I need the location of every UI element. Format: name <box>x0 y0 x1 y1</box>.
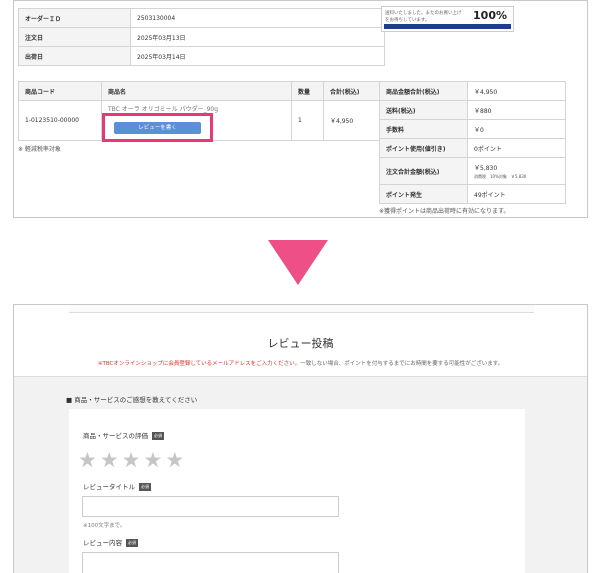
order-date-label: 注文日 <box>18 27 131 47</box>
progress-message: 送料いたしました。またのお買い上げをお待ちしています。 <box>385 11 462 23</box>
required-badge: 必須 <box>152 432 164 440</box>
item-code: 1-0123510-00000 <box>18 100 102 141</box>
subtotal-row: 商品金額合計(税込) ￥4,950 <box>379 81 566 101</box>
order-date-value: 2025年03月13日 <box>130 27 385 47</box>
form-section: ■ 商品・サービスのご感想を教えてください 商品・サービスの評価 必須 ★★★★★… <box>14 376 587 573</box>
review-body-label: レビュー内容 必須 <box>83 537 138 547</box>
shipping-row: 送料(税込) ￥880 <box>379 100 566 120</box>
star-rating[interactable]: ★★★★★ <box>78 448 187 472</box>
col-header-name: 商品名 <box>101 81 292 101</box>
rating-label-text: 商品・サービスの評価 <box>83 432 148 440</box>
required-badge: 必須 <box>126 539 138 547</box>
order-total-label: 注文合計金額(税込) <box>379 157 468 185</box>
item-name: TBC オーラ オリゴミール パウダー_90g <box>108 106 219 113</box>
title-hint: ※100文字まで。 <box>83 523 126 529</box>
shipping-value: ￥880 <box>467 100 566 120</box>
tax-note: ※ 軽減税率対象 <box>18 146 61 153</box>
subtotal-label: 商品金額合計(税込) <box>379 81 468 101</box>
table-row: 1-0123510-00000 TBC オーラ オリゴミール パウダー_90g … <box>18 100 385 142</box>
shipping-progress: 送料いたしました。またのお買い上げをお待ちしています。 100% <box>381 6 514 32</box>
star-icon[interactable]: ★ <box>78 448 100 472</box>
email-notice: ※TBCオンラインショップに会員登録しているメールアドレスをご入力ください。一致… <box>14 359 587 367</box>
col-header-total: 合計(税込) <box>323 81 385 101</box>
points-used-value: 0ポイント <box>467 138 566 158</box>
review-title-input[interactable] <box>82 496 339 517</box>
points-used-row: ポイント使用(値引き) 0ポイント <box>379 138 566 158</box>
progress-percent: 100% <box>473 9 507 22</box>
star-icon[interactable]: ★ <box>165 448 187 472</box>
star-icon[interactable]: ★ <box>143 448 165 472</box>
col-header-code: 商品コード <box>18 81 102 101</box>
review-form-card: 商品・サービスの評価 必須 ★★★★★ レビュータイトル 必須 ※100文字まで。 … <box>69 409 525 573</box>
fee-value: ￥0 <box>467 119 566 139</box>
order-id-label: オーダーＩＤ <box>18 8 131 28</box>
order-id-value: 2503130004 <box>130 8 385 28</box>
fee-row: 手数料 ￥0 <box>379 119 566 139</box>
rating-label: 商品・サービスの評価 必須 <box>83 430 164 440</box>
col-header-qty: 数量 <box>291 81 324 101</box>
ship-date-value: 2025年03月14日 <box>130 46 385 66</box>
item-name-cell: TBC オーラ オリゴミール パウダー_90g レビューを書く <box>101 100 292 142</box>
points-note: ※獲得ポイントは商品出荷時に有効になります。 <box>379 208 510 215</box>
totals-table: 商品金額合計(税込) ￥4,950 送料(税込) ￥880 手数料 ￥0 ポイン… <box>379 81 566 204</box>
required-badge: 必須 <box>139 483 151 491</box>
page-title: レビュー投稿 <box>267 337 334 350</box>
order-total-value: ￥5,830 <box>474 164 498 172</box>
order-total-row: 注文合計金額(税込) ￥5,830 消費税 10%対象 ￥5,830 <box>379 157 566 185</box>
shipping-label: 送料(税込) <box>379 100 468 120</box>
order-id-row: オーダーＩＤ 2503130004 <box>18 8 385 28</box>
items-header-row: 商品コード 商品名 数量 合計(税込) <box>18 81 385 101</box>
highlight-box: レビューを書く <box>102 113 213 142</box>
header-strip <box>69 305 534 313</box>
section-heading: ■ 商品・サービスのご感想を教えてください <box>66 396 198 404</box>
points-earned-row: ポイント発生 49ポイント <box>379 184 566 204</box>
star-icon[interactable]: ★ <box>100 448 122 472</box>
review-title-label-text: レビュータイトル <box>83 483 135 491</box>
order-history-panel: オーダーＩＤ 2503130004 注文日 2025年03月13日 出荷日 20… <box>13 0 588 218</box>
subtotal-value: ￥4,950 <box>467 81 566 101</box>
progress-track <box>384 24 511 29</box>
write-review-button[interactable]: レビューを書く <box>114 122 201 134</box>
order-info-table: オーダーＩＤ 2503130004 注文日 2025年03月13日 出荷日 20… <box>18 8 385 66</box>
item-total: ￥4,950 <box>323 100 385 141</box>
order-date-row: 注文日 2025年03月13日 <box>18 27 385 47</box>
progress-fill <box>384 24 511 29</box>
item-qty: 1 <box>291 100 324 141</box>
review-body-label-text: レビュー内容 <box>83 539 122 547</box>
points-earned-label: ポイント発生 <box>379 184 468 204</box>
ship-date-row: 出荷日 2025年03月14日 <box>18 46 385 66</box>
order-total-cell: ￥5,830 消費税 10%対象 ￥5,830 <box>467 157 566 185</box>
review-form-panel: レビュー投稿 ※TBCオンラインショップに会員登録しているメールアドレスをご入力… <box>13 304 588 573</box>
notice-text: 一致しない場合、ポイントを付与するまでにお時間を要する可能性がございます。 <box>300 361 504 367</box>
points-earned-value: 49ポイント <box>467 184 566 204</box>
items-table: 商品コード 商品名 数量 合計(税込) 1-0123510-00000 TBC … <box>18 81 385 142</box>
review-body-textarea[interactable] <box>82 552 339 573</box>
review-title-label: レビュータイトル 必須 <box>83 481 151 491</box>
ship-date-label: 出荷日 <box>18 46 131 66</box>
notice-red-text: ※TBCオンラインショップに会員登録しているメールアドレスをご入力ください。 <box>97 361 301 367</box>
tax-breakdown: 消費税 10%対象 ￥5,830 <box>474 173 527 179</box>
down-arrow-icon <box>268 240 328 285</box>
points-used-label: ポイント使用(値引き) <box>379 138 468 158</box>
star-icon[interactable]: ★ <box>122 448 144 472</box>
fee-label: 手数料 <box>379 119 468 139</box>
